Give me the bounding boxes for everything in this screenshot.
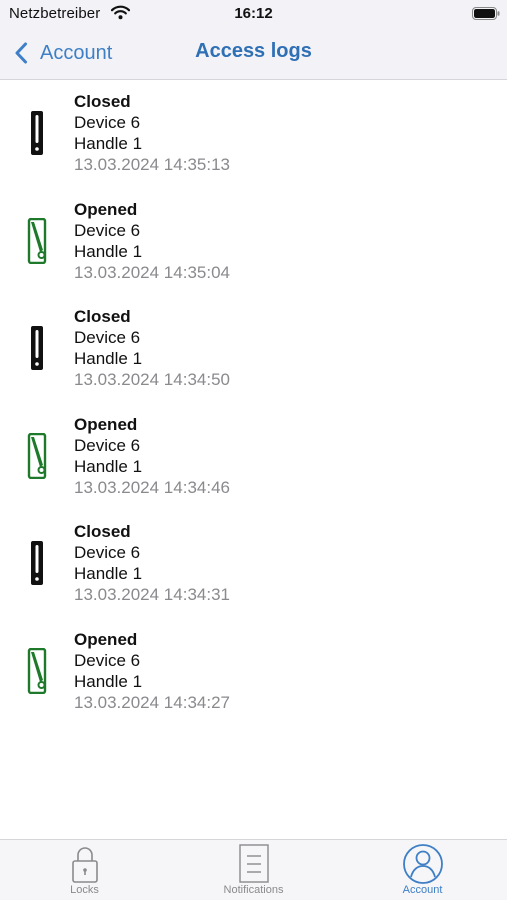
log-entry[interactable]: Opened Device 6 Handle 1 13.03.2024 14:3… bbox=[0, 618, 507, 726]
log-handle: Handle 1 bbox=[74, 564, 143, 583]
log-device: Device 6 bbox=[74, 113, 141, 132]
lock-icon bbox=[71, 847, 98, 883]
status-time: 16:12 bbox=[234, 5, 273, 22]
tab-bar: Locks Notifications Account bbox=[0, 839, 507, 900]
log-device: Device 6 bbox=[74, 220, 141, 240]
navigation-bar: Account Access logs bbox=[0, 28, 507, 80]
log-timestamp: 13.03.2024 14:35:04 bbox=[74, 262, 230, 282]
handle-opened-icon bbox=[27, 217, 47, 264]
log-device: Device 6 bbox=[74, 543, 141, 562]
status-bar: Netzbetreiber 16:12 bbox=[0, 0, 507, 28]
document-icon bbox=[238, 844, 269, 883]
log-status: Closed bbox=[74, 522, 131, 541]
person-icon bbox=[402, 844, 443, 884]
log-entry[interactable]: Opened Device 6 Handle 1 13.03.2024 14:3… bbox=[0, 403, 507, 511]
tab-label: Notifications bbox=[223, 884, 284, 896]
log-status: Opened bbox=[74, 199, 138, 219]
battery-icon bbox=[472, 7, 500, 20]
log-handle: Handle 1 bbox=[74, 134, 143, 153]
log-entry[interactable]: Closed Device 6 Handle 1 13.03.2024 14:3… bbox=[0, 295, 507, 403]
log-timestamp: 13.03.2024 14:34:27 bbox=[74, 692, 230, 712]
handle-closed-icon bbox=[31, 326, 43, 370]
handle-closed-icon bbox=[31, 111, 43, 155]
log-handle: Handle 1 bbox=[74, 241, 143, 261]
log-device: Device 6 bbox=[74, 435, 141, 455]
log-timestamp: 13.03.2024 14:34:50 bbox=[74, 370, 230, 389]
log-entry[interactable]: Closed Device 6 Handle 1 13.03.2024 14:3… bbox=[0, 80, 507, 188]
log-handle: Handle 1 bbox=[74, 456, 143, 476]
log-handle: Handle 1 bbox=[74, 671, 143, 691]
tab-notifications[interactable]: Notifications bbox=[169, 840, 338, 900]
log-device: Device 6 bbox=[74, 328, 141, 347]
handle-closed-icon bbox=[31, 541, 43, 585]
access-log-list: Closed Device 6 Handle 1 13.03.2024 14:3… bbox=[0, 80, 507, 725]
log-status: Opened bbox=[74, 414, 138, 434]
log-status: Closed bbox=[74, 92, 131, 111]
tab-label: Locks bbox=[70, 884, 99, 896]
log-handle: Handle 1 bbox=[74, 349, 143, 368]
access-logs-screen: Netzbetreiber 16:12 Account Access logs bbox=[0, 0, 507, 900]
handle-opened-icon bbox=[27, 432, 47, 479]
page-title: Access logs bbox=[195, 40, 312, 62]
tab-locks[interactable]: Locks bbox=[0, 840, 169, 900]
handle-opened-icon bbox=[27, 647, 47, 694]
log-timestamp: 13.03.2024 14:34:31 bbox=[74, 585, 230, 604]
log-status: Closed bbox=[74, 307, 131, 326]
log-entry[interactable]: Opened Device 6 Handle 1 13.03.2024 14:3… bbox=[0, 188, 507, 296]
log-status: Opened bbox=[74, 629, 138, 649]
log-timestamp: 13.03.2024 14:35:13 bbox=[74, 155, 230, 174]
log-entry[interactable]: Closed Device 6 Handle 1 13.03.2024 14:3… bbox=[0, 510, 507, 618]
tab-label: Account bbox=[402, 884, 443, 896]
log-timestamp: 13.03.2024 14:34:46 bbox=[74, 477, 230, 497]
tab-account[interactable]: Account bbox=[338, 840, 507, 900]
log-device: Device 6 bbox=[74, 650, 141, 670]
